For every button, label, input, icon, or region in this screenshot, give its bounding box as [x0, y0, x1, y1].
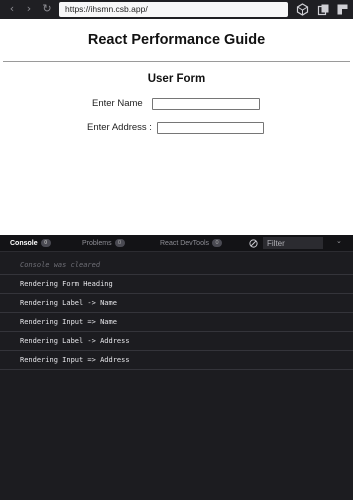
divider — [3, 61, 350, 62]
console-line: Rendering Input => Name — [0, 313, 353, 332]
codesandbox-icon[interactable] — [296, 3, 309, 16]
page-title: React Performance Guide — [87, 32, 266, 48]
chevron-down-icon[interactable]: ⌄ — [336, 237, 342, 245]
address-bar[interactable]: https://ihsmn.csb.app/ — [59, 2, 288, 17]
devtools-panel: Console0 Problems0 React DevTools0 ⌄ Con… — [0, 235, 353, 500]
tab-console[interactable]: Console 0 — [10, 235, 51, 252]
devtools-tab-bar: Console0 Problems0 React DevTools0 ⌄ — [0, 235, 353, 252]
tab-console-label: Console — [10, 240, 38, 247]
back-icon[interactable]: ‹ — [5, 2, 19, 16]
name-input[interactable] — [152, 98, 260, 110]
tab-problems-count: 0 — [114, 239, 125, 247]
preview-page: React Performance Guide User Form Enter … — [0, 19, 353, 235]
forward-icon[interactable]: › — [22, 2, 36, 16]
copy-window-icon[interactable] — [317, 3, 330, 16]
address-input[interactable] — [157, 122, 264, 134]
console-line: Rendering Form Heading — [0, 275, 353, 294]
console-line: Rendering Label -> Name — [0, 294, 353, 313]
address-label: Enter Address : — [87, 122, 152, 133]
tab-console-count: 0 — [40, 239, 51, 247]
browser-toolbar: ‹ › ↻ https://ihsmn.csb.app/ — [0, 0, 353, 19]
reload-icon[interactable]: ↻ — [40, 2, 54, 16]
tab-problems[interactable]: Problems 0 — [82, 235, 125, 252]
form-heading: User Form — [147, 73, 206, 85]
open-new-window-icon[interactable] — [336, 3, 349, 16]
console-filter-input[interactable] — [263, 237, 323, 249]
clear-console-icon[interactable] — [249, 239, 258, 248]
tab-problems-label: Problems — [82, 240, 112, 247]
tab-react-devtools[interactable]: React DevTools 0 — [160, 235, 223, 252]
console-line: Console was cleared — [0, 256, 353, 275]
tab-react-devtools-label: React DevTools — [160, 240, 210, 247]
console-line: Rendering Input => Address — [0, 351, 353, 370]
tab-react-devtools-count: 0 — [212, 239, 223, 247]
name-label: Enter Name — [92, 98, 143, 109]
console-line: Rendering Label -> Address — [0, 332, 353, 351]
